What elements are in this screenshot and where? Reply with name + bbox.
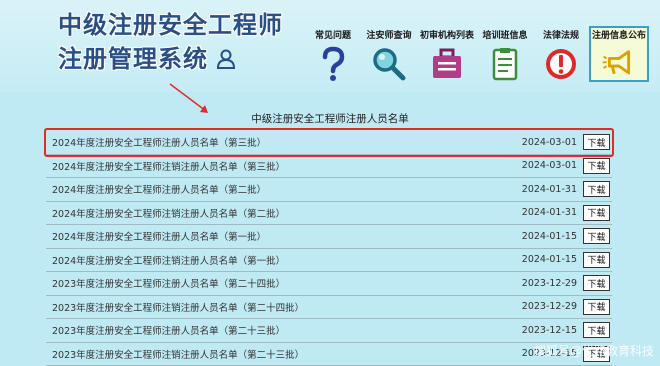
title-line-1: 中级注册安全工程师 — [58, 11, 283, 39]
row-title[interactable]: 2023年度注册安全工程师注销注册人员名单（第二十四批） — [46, 300, 517, 314]
row-title[interactable]: 2024年度注册安全工程师注册人员名单（第二批） — [46, 182, 517, 196]
nav-item-faq[interactable]: 常见问题 — [305, 28, 361, 90]
download-button[interactable]: 下载 — [583, 228, 610, 245]
exclamation-icon — [546, 49, 576, 79]
list-title: 中级注册安全工程师注册人员名单 — [251, 113, 409, 125]
system-title: 中级注册安全工程师 注册管理系统 — [58, 10, 283, 74]
download-button[interactable]: 下载 — [583, 157, 610, 174]
nav-item-training[interactable]: 培训班信息 — [477, 28, 533, 90]
row-title[interactable]: 2023年度注册安全工程师注册人员名单（第二十四批） — [46, 276, 517, 290]
download-button[interactable]: 下载 — [583, 322, 610, 339]
megaphone-icon — [602, 50, 631, 75]
user-icon — [216, 49, 236, 69]
watermark: 搜狐号@优路教育科技 — [534, 344, 655, 358]
top-nav: 常见问题 注安师查询 初审机构列表 培训班信息 法律法规 注册信息公布 — [305, 26, 649, 90]
nav-item-registration-notice[interactable]: 注册信息公布 — [589, 26, 649, 82]
header-banner: 中级注册安全工程师 注册管理系统 常见问题 注安师查询 初审机构列表 培训班信息… — [0, 0, 660, 92]
highlight-box — [44, 128, 614, 157]
title-line-2: 注册管理系统 — [58, 45, 208, 73]
row-date: 2024-01-31 — [521, 183, 577, 195]
row-title[interactable]: 2024年度注册安全工程师注销注册人员名单（第三批） — [46, 159, 517, 173]
list-item[interactable]: 2024年度注册安全工程师注册人员名单（第一批） 2024-01-15 下载 — [46, 225, 612, 249]
download-button[interactable]: 下载 — [583, 181, 610, 198]
row-date: 2023-12-15 — [521, 324, 577, 336]
row-title[interactable]: 2024年度注册安全工程师注册人员名单（第一批） — [46, 229, 517, 243]
briefcase-icon — [433, 48, 461, 78]
magnifier-icon — [373, 48, 406, 81]
list-item[interactable]: 2023年度注册安全工程师注册人员名单（第二十三批） 2023-12-15 下载 — [46, 319, 612, 343]
clipboard-icon — [492, 48, 518, 81]
row-title[interactable]: 2024年度注册安全工程师注销注册人员名单（第一批） — [46, 253, 517, 267]
download-button[interactable]: 下载 — [583, 251, 610, 268]
nav-item-engineer-query[interactable]: 注安师查询 — [361, 28, 417, 90]
row-title[interactable]: 2024年度注册安全工程师注销注册人员名单（第二批） — [46, 206, 517, 220]
list-item[interactable]: 2024年度注册安全工程师注销注册人员名单（第三批） 2024-03-01 下载 — [46, 155, 612, 178]
list-item[interactable]: 2024年度注册安全工程师注册人员名单（第二批） 2024-01-31 下载 — [46, 178, 612, 202]
download-button[interactable]: 下载 — [583, 298, 610, 315]
download-button[interactable]: 下载 — [583, 275, 610, 292]
list-item[interactable]: 2023年度注册安全工程师注销注册人员名单（第二十三批） 2023-12-15 … — [46, 343, 612, 366]
nav-item-review-agencies[interactable]: 初审机构列表 — [417, 28, 477, 90]
list-item[interactable]: 2023年度注册安全工程师注册人员名单（第二十四批） 2023-12-29 下载 — [46, 272, 612, 296]
row-title[interactable]: 2023年度注册安全工程师注销注册人员名单（第二十三批） — [46, 347, 517, 361]
row-date: 2023-12-29 — [521, 277, 577, 289]
registration-list: 2024年度注册安全工程师注册人员名单（第三批） 2024-03-01 下载 2… — [46, 131, 612, 366]
list-item[interactable]: 2023年度注册安全工程师注销注册人员名单（第二十四批） 2023-12-29 … — [46, 296, 612, 319]
nav-item-laws[interactable]: 法律法规 — [533, 28, 589, 90]
list-item[interactable]: 2024年度注册安全工程师注销注册人员名单（第二批） 2024-01-31 下载 — [46, 202, 612, 225]
row-date: 2024-01-15 — [521, 230, 577, 242]
row-date: 2024-01-15 — [521, 254, 577, 266]
download-button[interactable]: 下载 — [583, 204, 610, 221]
question-mark-icon — [322, 46, 345, 81]
row-date: 2024-01-31 — [521, 207, 577, 219]
row-date: 2023-12-29 — [521, 301, 577, 313]
row-date: 2024-03-01 — [521, 160, 577, 172]
row-title[interactable]: 2023年度注册安全工程师注册人员名单（第二十三批） — [46, 323, 517, 337]
list-item[interactable]: 2024年度注册安全工程师注销注册人员名单（第一批） 2024-01-15 下载 — [46, 249, 612, 272]
